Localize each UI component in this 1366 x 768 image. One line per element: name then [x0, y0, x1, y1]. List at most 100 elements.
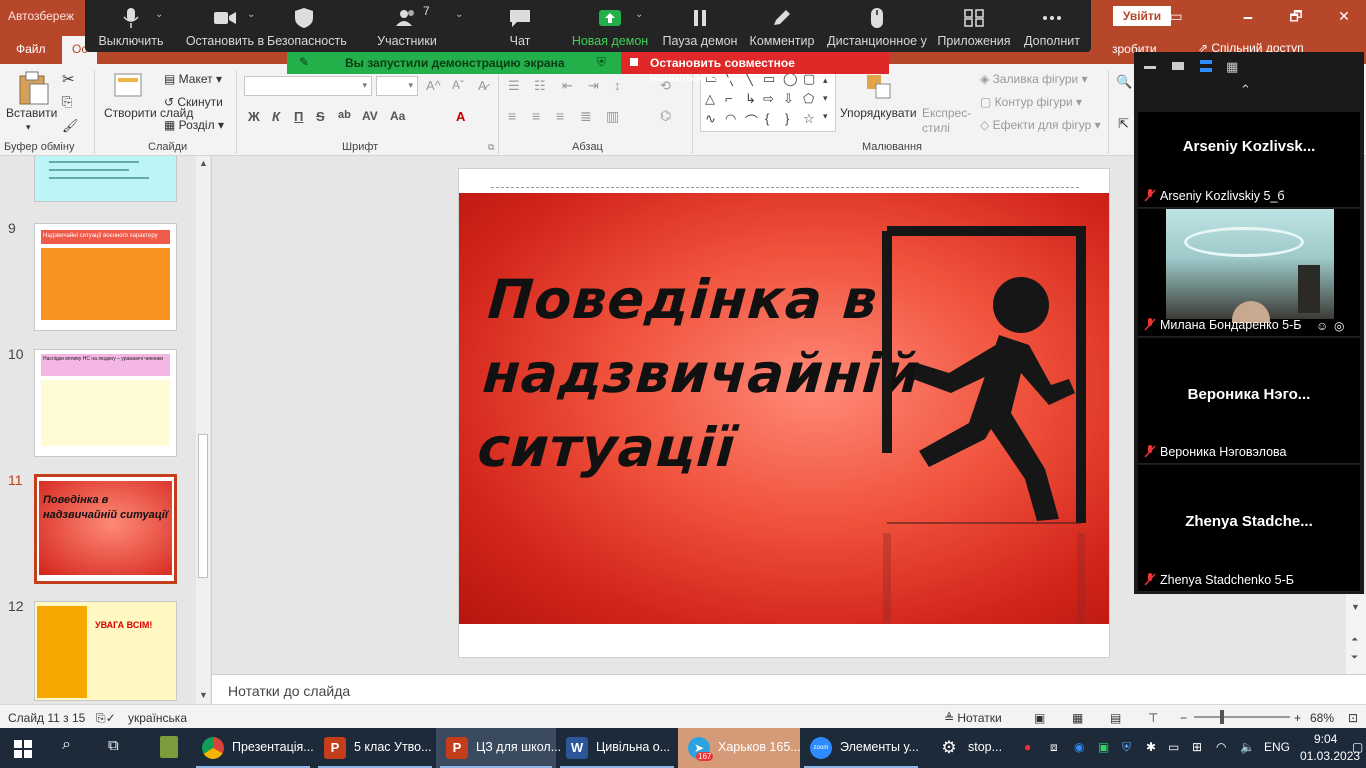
pentagon-shape-icon[interactable]: ⬠: [803, 91, 814, 107]
notification-icon[interactable]: ●: [1024, 740, 1031, 754]
previous-slide-icon[interactable]: ⏶: [1351, 634, 1358, 645]
slide-thumbnail[interactable]: УВАГА ВСІМ!: [34, 601, 177, 701]
slide-thumbnail[interactable]: Наслідки впливу НС на людину – уражаючі …: [34, 349, 177, 457]
taskbar-app-word[interactable]: W Цивільна о...: [556, 728, 678, 768]
gallery-more-icon[interactable]: ▾: [823, 111, 828, 122]
ribbon-display-icon[interactable]: ▭: [1166, 6, 1186, 26]
line-spacing-icon[interactable]: ↕: [614, 78, 621, 93]
calculator-icon[interactable]: [160, 736, 178, 758]
bold-button[interactable]: Ж: [248, 109, 260, 124]
triangle-shape-icon[interactable]: △: [705, 91, 715, 107]
remote-control-button[interactable]: Дистанционное у: [827, 0, 927, 52]
zoom-out-icon[interactable]: −: [1180, 711, 1187, 725]
bullets-icon[interactable]: ☰: [508, 78, 520, 94]
windows-start-icon[interactable]: [14, 740, 32, 758]
chevron-down-icon[interactable]: ⌄: [247, 9, 255, 20]
indent-decrease-icon[interactable]: ⇤: [562, 78, 573, 94]
stop-share-button[interactable]: Остановить совместное использование: [621, 52, 889, 84]
taskbar-app-telegram[interactable]: ➤ 167 Харьков 165...: [678, 728, 801, 768]
arrange-label[interactable]: Упорядкувати: [840, 106, 917, 120]
paste-icon[interactable]: [16, 70, 50, 106]
font-color-button[interactable]: А: [456, 109, 465, 124]
network-icon[interactable]: ⊞: [1192, 740, 1202, 754]
char-spacing-icon[interactable]: AV: [362, 109, 378, 123]
input-language[interactable]: ENG: [1264, 740, 1290, 754]
sharing-status-banner[interactable]: ✎ Вы запустили демонстрацию экрана ⛨: [287, 52, 621, 74]
apps-button[interactable]: Приложения: [937, 0, 1011, 52]
layout-button[interactable]: ▤ Макет ▾: [164, 72, 222, 86]
restore-button[interactable]: 🗗: [1286, 6, 1306, 26]
tab-file[interactable]: Файл: [16, 42, 46, 56]
arrow-down-shape-icon[interactable]: ⇩: [783, 91, 794, 107]
font-family-select[interactable]: ▾: [244, 76, 372, 96]
copy-icon[interactable]: ⎘: [62, 94, 72, 110]
volume-icon[interactable]: 🔈: [1240, 740, 1255, 754]
network-tray-icon[interactable]: ⧈: [1050, 740, 1058, 755]
minimize-icon[interactable]: [1144, 66, 1156, 69]
display-icon[interactable]: ▭: [1168, 740, 1179, 754]
clear-format-icon[interactable]: A̷: [478, 78, 487, 93]
reading-view-icon[interactable]: ▤: [1110, 711, 1121, 725]
close-button[interactable]: ✕: [1334, 6, 1354, 26]
new-share-button[interactable]: Новая демон: [569, 0, 651, 52]
zoom-slider-thumb[interactable]: [1220, 710, 1224, 724]
mute-button[interactable]: Выключить: [93, 0, 169, 52]
chevron-up-icon[interactable]: ⌃: [1240, 82, 1251, 98]
paste-dropdown-icon[interactable]: ▾: [26, 122, 31, 133]
chevron-down-icon[interactable]: ⌄: [155, 9, 163, 20]
wifi-icon[interactable]: ◠: [1216, 740, 1226, 754]
shape-fill-button[interactable]: ◈ Заливка фігури ▾: [980, 72, 1088, 86]
normal-view-icon[interactable]: ▣: [1034, 711, 1045, 725]
scroll-up-icon[interactable]: ▲: [199, 158, 208, 168]
brace-right-shape-icon[interactable]: }: [785, 111, 789, 126]
brace-left-shape-icon[interactable]: {: [765, 111, 769, 126]
chevron-down-icon[interactable]: ⌄: [635, 9, 643, 20]
align-center-icon[interactable]: ≡: [532, 108, 540, 124]
slide-thumbnail[interactable]: [34, 156, 177, 202]
columns-icon[interactable]: ▥: [606, 108, 619, 125]
font-size-select[interactable]: ▾: [376, 76, 418, 96]
annotate-button[interactable]: Комментир: [745, 0, 819, 52]
slide-sorter-icon[interactable]: ▦: [1072, 711, 1083, 725]
strikethrough-button[interactable]: S: [316, 109, 325, 124]
smartart-icon[interactable]: ⌬: [660, 108, 671, 124]
task-view-icon[interactable]: ⧉: [108, 737, 119, 754]
find-icon[interactable]: 🔍: [1116, 74, 1132, 90]
notes-pane[interactable]: Нотатки до слайда: [212, 674, 1366, 704]
participant-tile-video[interactable]: Милана Бондаренко 5-Б ☺ ◎: [1138, 209, 1360, 337]
search-icon[interactable]: ⌕: [62, 736, 71, 754]
numbering-icon[interactable]: ☷: [534, 78, 546, 94]
bluetooth-icon[interactable]: ✱: [1146, 740, 1156, 754]
curve-shape-icon[interactable]: ⌒: [745, 111, 758, 130]
spellcheck-icon[interactable]: ⎘✓: [96, 711, 116, 726]
align-left-icon[interactable]: ≡: [508, 108, 516, 124]
shape-effects-button[interactable]: ◇ Ефекти для фігур ▾: [980, 118, 1101, 132]
select-icon[interactable]: ⇱: [1118, 116, 1129, 132]
fit-slide-icon[interactable]: ⊡: [1348, 711, 1358, 725]
slide-thumbnail-selected[interactable]: Поведінка в надзвичайній ситуації: [34, 474, 177, 584]
security-button[interactable]: Безопасность: [267, 0, 347, 52]
editor-scrollbar[interactable]: ▼ ⏶ ⏷: [1346, 594, 1366, 674]
format-painter-icon[interactable]: 🖌: [62, 118, 79, 134]
connector-shape-icon[interactable]: ⌐: [725, 91, 733, 106]
gallery-view-icon[interactable]: [1172, 62, 1184, 70]
new-slide-icon[interactable]: [112, 70, 144, 100]
autosave-label[interactable]: Автозбереж: [8, 9, 74, 23]
slide-thumbnail[interactable]: Надзвичайні ситуації воєнного характеру: [34, 223, 177, 331]
participant-tile[interactable]: Arseniy Kozlivsk... Arseniy Kozlivskiy 5…: [1138, 112, 1360, 208]
cut-icon[interactable]: ✂: [62, 70, 75, 88]
shape-outline-button[interactable]: ▢ Контур фігури ▾: [980, 95, 1082, 109]
scroll-down-icon[interactable]: ▼: [199, 690, 208, 700]
taskbar-app-chrome[interactable]: Презентація...: [192, 728, 314, 768]
taskbar-app-powerpoint-active[interactable]: P ЦЗ для школ...: [436, 728, 561, 768]
indent-increase-icon[interactable]: ⇥: [588, 78, 599, 94]
clock-time[interactable]: 9:04: [1314, 732, 1337, 746]
change-case-icon[interactable]: Aa: [390, 109, 405, 123]
freeform-shape-icon[interactable]: ∿: [705, 111, 716, 127]
reset-button[interactable]: ↺ Скинути: [164, 95, 223, 109]
increase-font-icon[interactable]: A^: [426, 78, 441, 93]
scroll-down-icon[interactable]: ▼: [1351, 602, 1360, 612]
shadow-icon[interactable]: ab: [338, 109, 351, 121]
taskbar-app-zoom[interactable]: zoom Элементы у...: [800, 728, 922, 768]
pin-icon[interactable]: ✎: [299, 55, 309, 69]
